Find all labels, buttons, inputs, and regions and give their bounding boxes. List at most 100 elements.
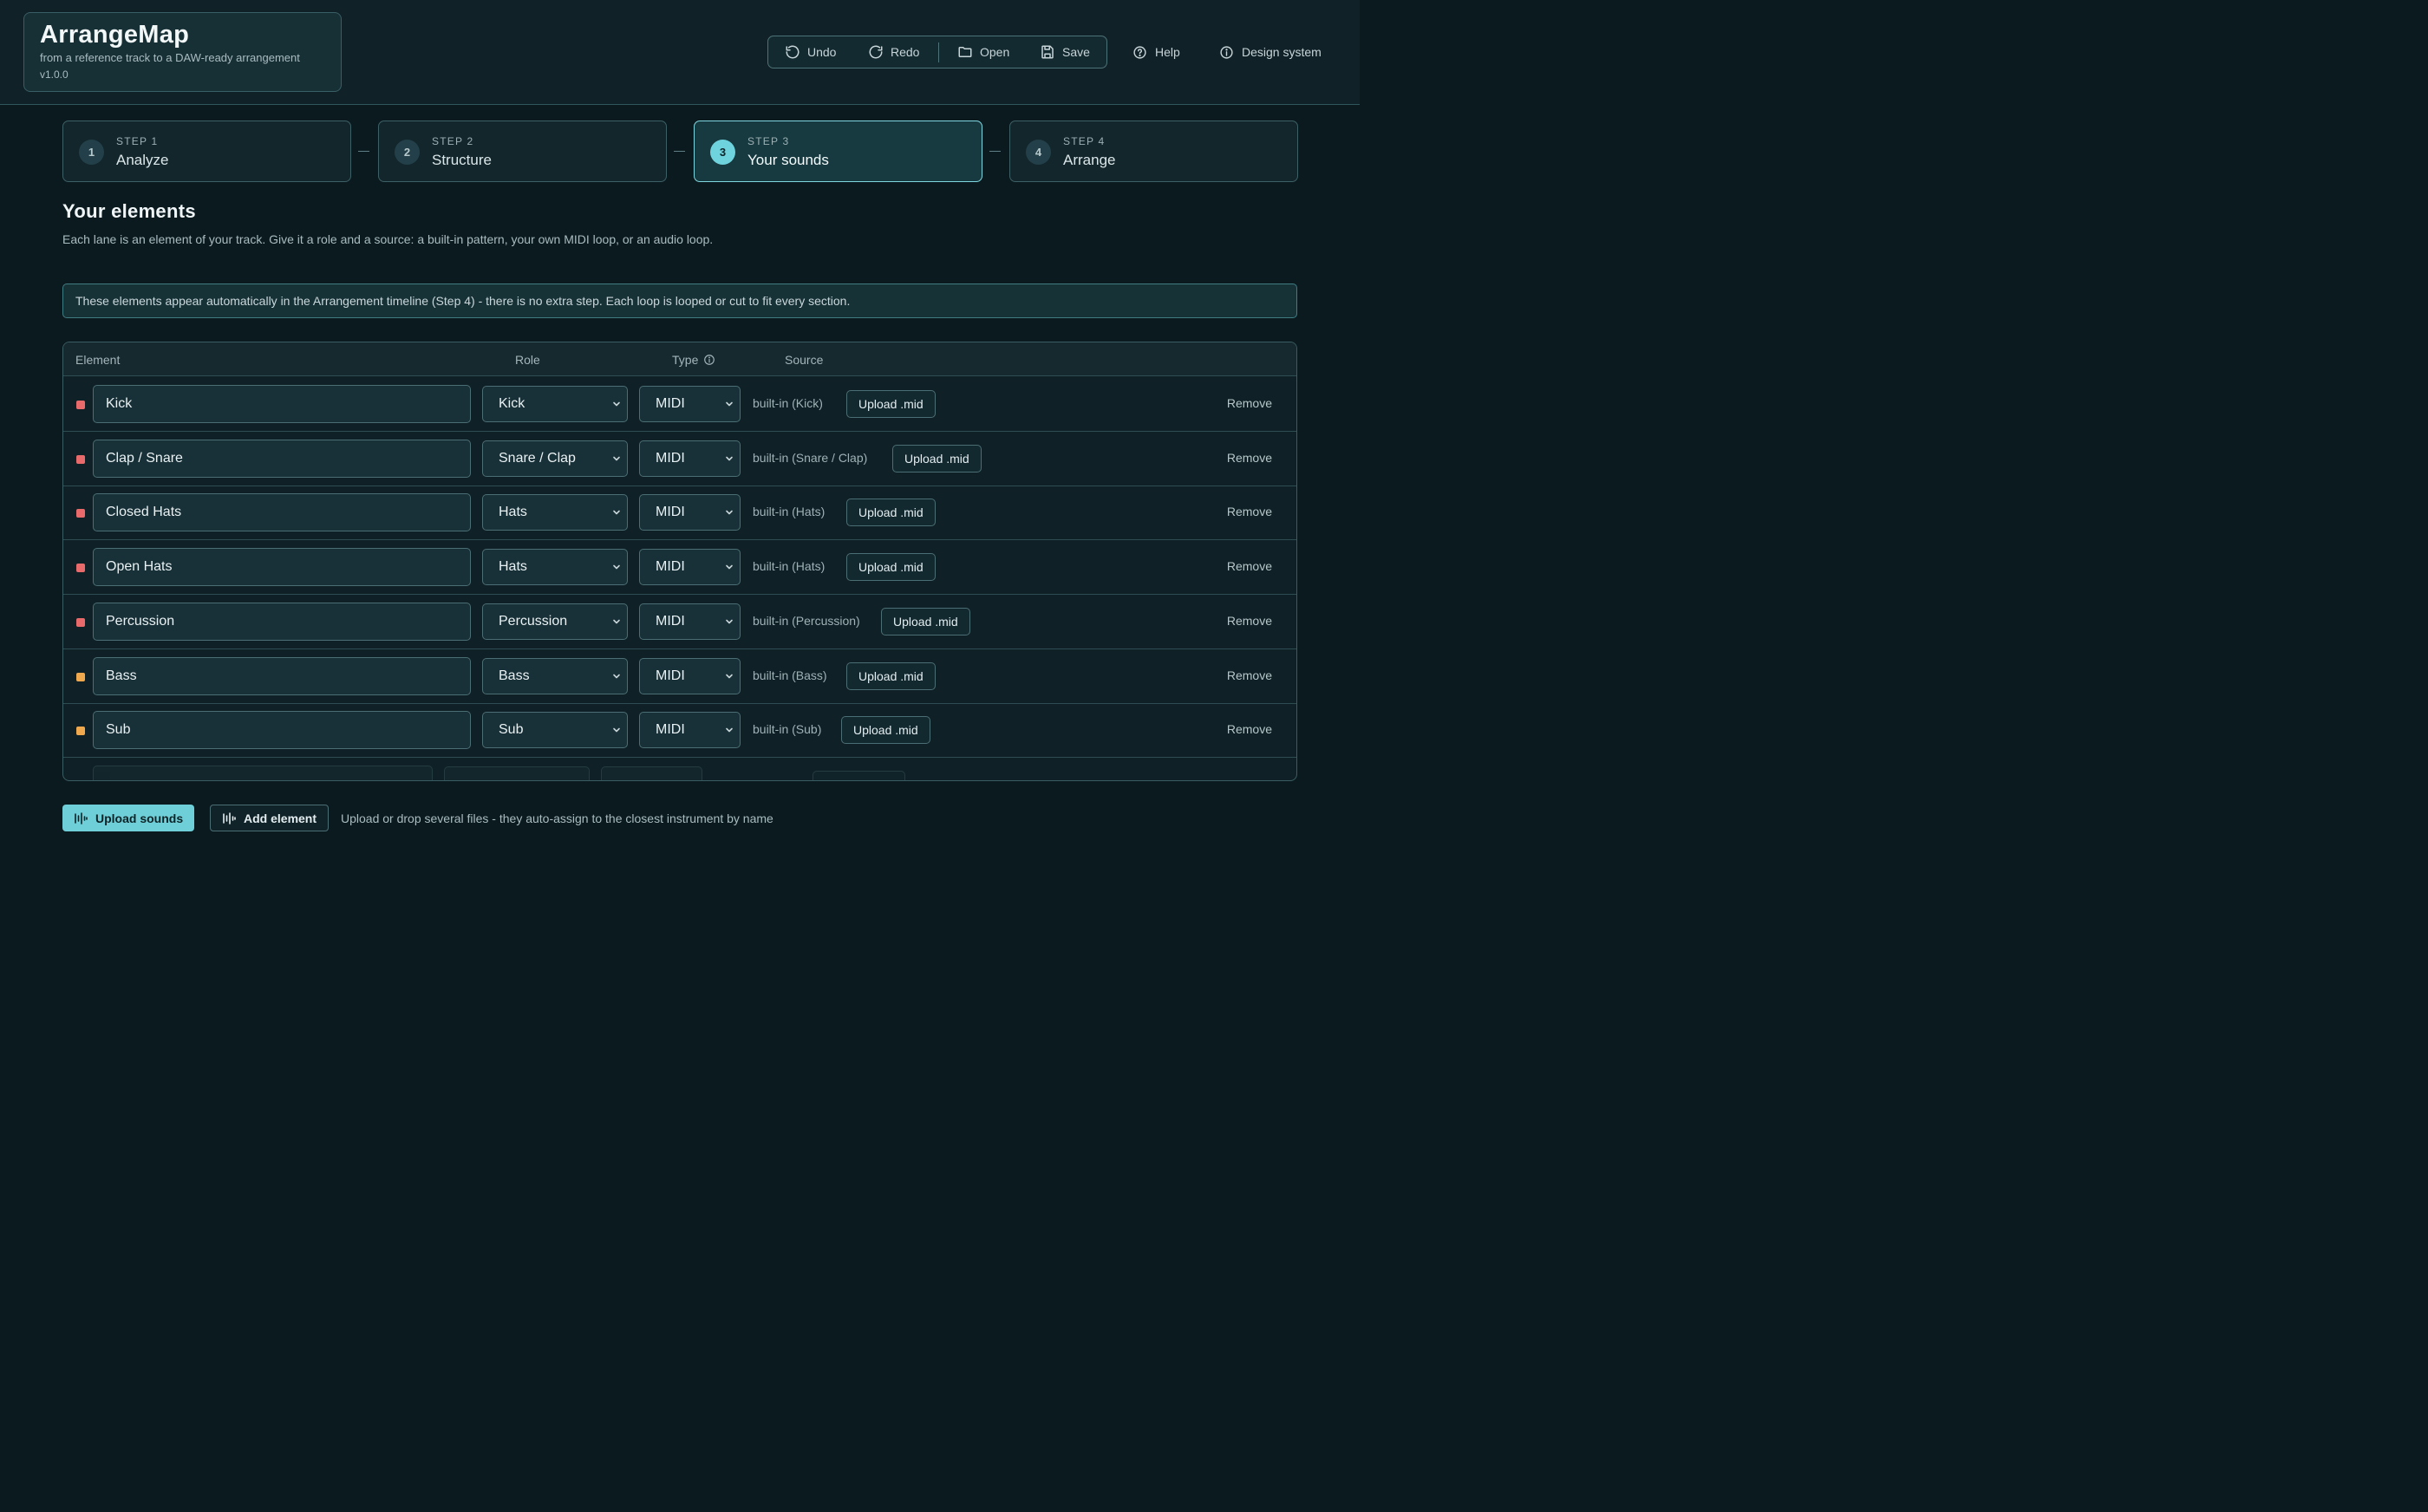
type-select[interactable]: MIDI: [639, 657, 741, 694]
element-name-input[interactable]: [93, 602, 471, 641]
type-select[interactable]: MIDI: [639, 712, 741, 749]
type-select[interactable]: MIDI: [639, 386, 741, 422]
role-select[interactable]: [444, 766, 590, 780]
step-connector: [989, 151, 1001, 152]
step-label: STEP 3: [747, 135, 790, 147]
source-label: built-in (Hats): [753, 559, 826, 574]
element-name-input[interactable]: [93, 385, 471, 423]
step-number: 3: [710, 140, 735, 165]
undo-icon: [785, 44, 800, 60]
history-file-toolbar: Undo Redo Open Save: [767, 36, 1107, 68]
table-row: Hats MIDI built-in (Hats) Upload .mid Remove: [63, 486, 1296, 541]
remove-button[interactable]: Remove: [1227, 614, 1272, 628]
design-system-link[interactable]: Design system: [1219, 42, 1322, 62]
undo-label: Undo: [807, 45, 837, 59]
table-header: Element Role Type Source: [63, 342, 1296, 376]
role-value: Bass: [499, 668, 530, 683]
waveform-icon: [222, 811, 236, 825]
folder-icon: [957, 44, 973, 60]
step-arrange[interactable]: 4 STEP 4 Arrange: [1009, 121, 1298, 182]
save-button[interactable]: Save: [1040, 36, 1090, 68]
source-label: built-in (Hats): [753, 505, 826, 519]
element-name-input[interactable]: [93, 765, 433, 780]
element-name-input[interactable]: [93, 439, 471, 478]
elements-table: Element Role Type Source Kick MIDI built-i…: [62, 342, 1297, 781]
element-color-swatch: [76, 564, 85, 573]
remove-button[interactable]: Remove: [1227, 451, 1272, 465]
remove-button[interactable]: Remove: [1227, 396, 1272, 410]
type-value: MIDI: [656, 396, 685, 411]
type-value: MIDI: [656, 450, 685, 466]
step-number: 4: [1026, 140, 1051, 165]
upload-mid-button[interactable]: Upload .mid: [846, 499, 936, 527]
remove-button[interactable]: Remove: [1227, 505, 1272, 518]
redo-label: Redo: [891, 45, 920, 59]
element-color-swatch: [76, 401, 85, 409]
step-number: 1: [79, 140, 104, 165]
help-link[interactable]: Help: [1132, 42, 1180, 62]
remove-button[interactable]: Remove: [1227, 722, 1272, 736]
type-select[interactable]: [601, 766, 702, 780]
remove-button[interactable]: Remove: [1227, 668, 1272, 682]
info-notice: These elements appear automatically in t…: [62, 284, 1297, 318]
info-icon: [1219, 45, 1234, 60]
help-label: Help: [1155, 45, 1180, 59]
app-version: v1.0.0: [40, 68, 69, 81]
header-type-label: Type: [672, 353, 699, 367]
type-select[interactable]: MIDI: [639, 440, 741, 477]
role-select[interactable]: Hats: [482, 494, 628, 531]
upload-mid-button[interactable]: Upload .mid: [846, 553, 936, 582]
table-row: Hats MIDI built-in (Hats) Upload .mid Remove: [63, 540, 1296, 596]
type-select[interactable]: MIDI: [639, 494, 741, 531]
table-row-partial: [63, 758, 1296, 780]
role-select[interactable]: Bass: [482, 657, 628, 694]
step-analyze[interactable]: 1 STEP 1 Analyze: [62, 121, 351, 182]
undo-button[interactable]: Undo: [785, 36, 836, 68]
source-label: built-in (Kick): [753, 396, 823, 410]
open-label: Open: [980, 45, 1010, 59]
upload-mid-button[interactable]: Upload .mid: [846, 662, 936, 690]
table-row: Snare / Clap MIDI built-in (Snare / Clap) U…: [63, 432, 1296, 486]
element-color-swatch: [76, 617, 85, 627]
element-name-input[interactable]: [93, 548, 471, 587]
top-bar: ArrangeMap from a reference track to a D…: [0, 0, 1360, 105]
type-select[interactable]: MIDI: [639, 549, 741, 586]
element-name-input[interactable]: [93, 656, 471, 695]
step-your-sounds[interactable]: 3 STEP 3 Your sounds: [694, 121, 982, 182]
element-name-input[interactable]: [93, 493, 471, 532]
table-row: Percussion MIDI built-in (Percussion) Uploa…: [63, 595, 1296, 649]
add-element-button[interactable]: Add element: [210, 805, 330, 831]
header-role: Role: [515, 353, 540, 367]
section-title: Your elements: [62, 200, 196, 222]
app-subtitle: from a reference track to a DAW-ready ar…: [40, 51, 300, 64]
role-select[interactable]: Sub: [482, 712, 628, 749]
info-icon[interactable]: [703, 354, 715, 366]
step-title: Arrange: [1063, 152, 1116, 168]
role-select[interactable]: Hats: [482, 549, 628, 586]
upload-mid-button[interactable]: [813, 770, 905, 780]
role-select[interactable]: Percussion: [482, 603, 628, 640]
step-connector: [358, 151, 369, 152]
open-button[interactable]: Open: [957, 36, 1009, 68]
role-select[interactable]: Kick: [482, 386, 628, 422]
upload-mid-button[interactable]: Upload .mid: [846, 390, 936, 418]
upload-mid-button[interactable]: Upload .mid: [881, 607, 970, 635]
element-color-swatch: [76, 672, 85, 681]
step-structure[interactable]: 2 STEP 2 Structure: [378, 121, 667, 182]
upload-mid-button[interactable]: Upload .mid: [892, 444, 982, 472]
type-value: MIDI: [656, 559, 685, 575]
upload-sounds-button[interactable]: Upload sounds: [62, 805, 195, 831]
type-select[interactable]: MIDI: [639, 603, 741, 640]
redo-button[interactable]: Redo: [868, 36, 919, 68]
role-select[interactable]: Snare / Clap: [482, 440, 628, 477]
remove-button[interactable]: Remove: [1227, 559, 1272, 573]
step-label: STEP 4: [1063, 135, 1106, 147]
type-value: MIDI: [656, 722, 685, 738]
upload-mid-button[interactable]: Upload .mid: [841, 716, 930, 745]
help-icon: [1132, 45, 1147, 60]
element-name-input[interactable]: [93, 711, 471, 750]
element-color-swatch: [76, 727, 85, 736]
save-label: Save: [1062, 45, 1090, 59]
source-label: built-in (Snare / Clap): [753, 450, 868, 465]
upload-sounds-label: Upload sounds: [95, 811, 184, 825]
